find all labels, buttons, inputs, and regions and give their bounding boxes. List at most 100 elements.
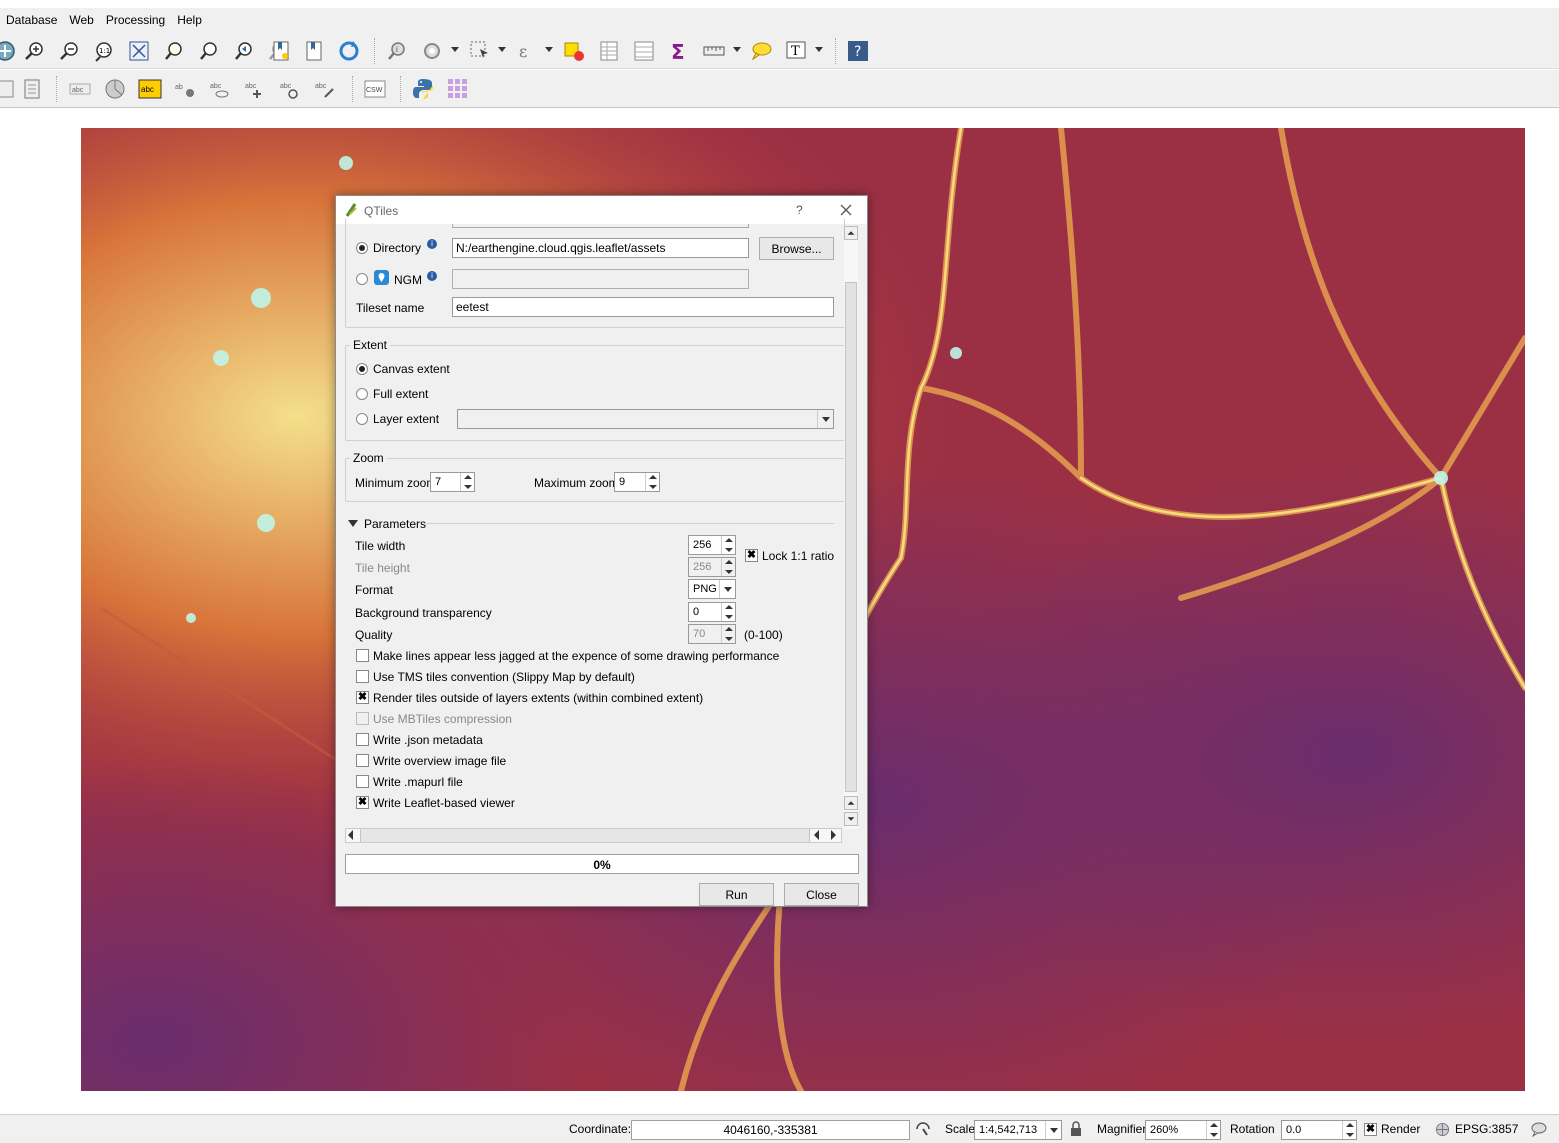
svg-text:ab: ab (175, 84, 183, 91)
background-transparency-spinbox[interactable]: 0 (688, 602, 736, 622)
tile-width-spinbox[interactable]: 256 (688, 535, 736, 555)
vertical-scroll-thumb[interactable] (845, 282, 857, 792)
change-label-icon[interactable]: abc (312, 76, 338, 102)
coordinate-field[interactable]: 4046160,-335381 (631, 1120, 910, 1140)
close-button[interactable]: Close (784, 883, 859, 906)
spin-arrows-icon[interactable] (460, 473, 474, 491)
spin-arrows-icon[interactable] (645, 473, 659, 491)
scroll-right-icon[interactable] (831, 830, 836, 840)
csw-icon[interactable]: CSW (362, 76, 388, 102)
parameters-title[interactable]: Parameters (364, 517, 426, 531)
svg-text:T: T (791, 44, 800, 59)
directory-radio[interactable] (356, 242, 368, 254)
render-outside-checkbox[interactable]: ✖ (356, 691, 369, 704)
max-zoom-spinbox[interactable]: 9 (614, 472, 660, 492)
show-hide-label-icon[interactable]: abc (207, 76, 233, 102)
menu-processing[interactable]: Processing (100, 13, 171, 27)
lock-ratio-checkbox[interactable]: ✖ (745, 549, 758, 562)
spin-arrows-icon[interactable] (721, 536, 735, 554)
scroll-left-icon[interactable] (814, 830, 819, 840)
mouse-coordinate-icon[interactable] (915, 1121, 931, 1137)
label-icon[interactable]: abc (67, 76, 93, 102)
move-label-icon[interactable]: abc (242, 76, 268, 102)
pan-icon[interactable] (0, 38, 18, 64)
pin-label-icon[interactable]: ab (172, 76, 198, 102)
zoom-in-icon[interactable] (21, 38, 47, 64)
measure-icon[interactable] (701, 38, 727, 64)
show-bookmarks-icon[interactable] (301, 38, 327, 64)
antialias-checkbox[interactable] (356, 649, 369, 662)
horizontal-scroll-thumb[interactable] (360, 829, 810, 842)
spin-arrows-icon[interactable] (1206, 1121, 1220, 1139)
rotation-spinbox[interactable]: 0.0 (1281, 1120, 1357, 1140)
expression-select-icon[interactable]: ε (514, 38, 540, 64)
browse-button[interactable]: Browse... (759, 237, 834, 260)
new-bookmark-icon[interactable] (268, 38, 294, 64)
ngm-radio[interactable] (356, 273, 368, 285)
diagram-icon[interactable] (102, 76, 128, 102)
label-style-icon[interactable]: abc (137, 76, 163, 102)
leaflet-viewer-label: Write Leaflet-based viewer (373, 796, 515, 810)
horizontal-scrollbar[interactable] (345, 828, 842, 843)
statistics-icon[interactable]: Σ (666, 38, 692, 64)
scroll-up-icon[interactable] (844, 796, 858, 810)
text-annotation-icon[interactable]: T (783, 38, 809, 64)
rotate-label-icon[interactable]: abc (277, 76, 303, 102)
tileset-name-input[interactable]: eetest (452, 297, 834, 317)
menu-web[interactable]: Web (63, 13, 99, 27)
crs-label[interactable]: EPSG:3857 (1455, 1122, 1518, 1136)
messages-icon[interactable] (1531, 1122, 1547, 1138)
min-zoom-spinbox[interactable]: 7 (430, 472, 475, 492)
run-button[interactable]: Run (699, 883, 774, 906)
zoom-last-icon[interactable] (231, 38, 257, 64)
action-icon[interactable] (419, 38, 445, 64)
canvas-extent-radio[interactable] (356, 363, 368, 375)
render-checkbox[interactable]: ✖ (1364, 1123, 1377, 1136)
layer-extent-radio[interactable] (356, 413, 368, 425)
zoom-full-icon[interactable] (126, 38, 152, 64)
zoom-to-layer-icon[interactable] (196, 38, 222, 64)
menu-database[interactable]: Database (0, 13, 63, 27)
annotation-icon[interactable] (748, 38, 774, 64)
zoom-out-icon[interactable] (56, 38, 82, 64)
scale-select[interactable]: 1:4,542,713 (974, 1120, 1062, 1140)
deselect-icon[interactable] (561, 38, 587, 64)
full-extent-radio[interactable] (356, 388, 368, 400)
directory-path-input[interactable]: N:/earthengine.cloud.qgis.leaflet/assets (452, 238, 749, 258)
refresh-icon[interactable] (336, 38, 362, 64)
collapse-triangle-icon[interactable] (348, 520, 358, 527)
python-icon[interactable] (410, 76, 436, 102)
layer-icon[interactable] (0, 76, 20, 102)
attribute-table-icon[interactable] (596, 38, 622, 64)
zoom-to-selection-icon[interactable] (161, 38, 187, 64)
scale-value: 1:4,542,713 (979, 1124, 1038, 1136)
spin-arrows-icon[interactable] (721, 603, 735, 621)
zoom-native-icon[interactable]: 1:1 (91, 38, 117, 64)
leaflet-viewer-checkbox[interactable]: ✖ (356, 796, 369, 809)
close-icon[interactable] (838, 202, 854, 218)
vertical-scrollbar[interactable] (844, 226, 858, 829)
crs-globe-icon[interactable] (1435, 1122, 1450, 1137)
menu-help[interactable]: Help (171, 13, 208, 27)
spin-arrows-icon[interactable] (1342, 1121, 1356, 1139)
select-icon[interactable] (467, 38, 493, 64)
field-calculator-icon[interactable] (631, 38, 657, 64)
grid-icon[interactable] (445, 76, 471, 102)
layer-extent-select[interactable] (457, 409, 834, 429)
dialog-help-button[interactable]: ? (796, 203, 803, 217)
extent-title: Extent (350, 338, 391, 352)
mapurl-checkbox[interactable] (356, 775, 369, 788)
json-metadata-checkbox[interactable] (356, 733, 369, 746)
scroll-left-icon[interactable] (348, 830, 353, 840)
lock-icon[interactable] (1069, 1121, 1083, 1137)
scroll-down-icon[interactable] (844, 812, 858, 826)
note-icon[interactable] (19, 76, 45, 102)
overview-image-checkbox[interactable] (356, 754, 369, 767)
tms-checkbox[interactable] (356, 670, 369, 683)
magnifier-spinbox[interactable]: 260% (1145, 1120, 1221, 1140)
scroll-up-icon[interactable] (844, 226, 858, 240)
identify-icon[interactable]: i (384, 38, 410, 64)
format-select[interactable]: PNG (688, 579, 736, 599)
help-icon[interactable]: ? (845, 38, 871, 64)
label-toolbar: abc abc ab abc abc abc abc CSW (0, 70, 1559, 108)
